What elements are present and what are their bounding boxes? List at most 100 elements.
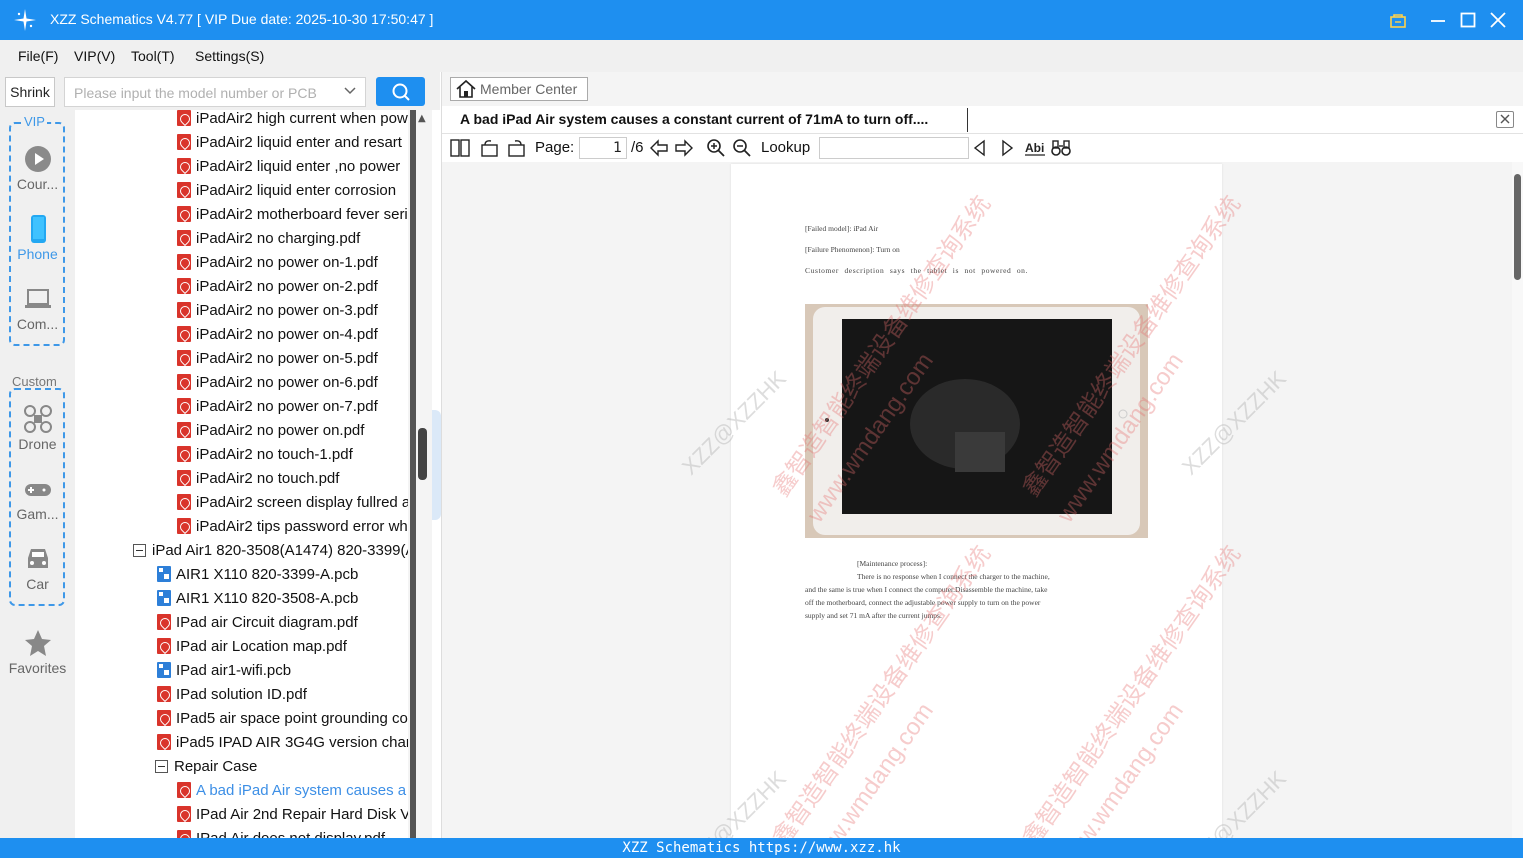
zoom-out-icon[interactable] — [732, 138, 752, 158]
pdf-file-icon — [177, 806, 191, 822]
gamepad-icon — [24, 484, 51, 496]
tree-file[interactable]: iPadAir2 no power on-4.pdf — [177, 322, 378, 346]
maximize-button[interactable] — [1456, 8, 1480, 32]
menu-tool[interactable]: Tool(T) — [131, 48, 175, 64]
tree-item-label: iPadAir2 liquid enter and resart — [196, 133, 402, 151]
pcb-file-icon — [157, 566, 171, 582]
document-tab[interactable]: A bad iPad Air system causes a constant … — [442, 106, 1523, 134]
category-phone[interactable]: Phone — [0, 214, 75, 262]
shrink-button[interactable]: Shrink — [5, 77, 55, 107]
match-case-icon[interactable]: Abi — [1024, 138, 1046, 158]
tree-scrollbar[interactable]: ▲ — [408, 110, 432, 838]
member-center-button[interactable]: Member Center — [450, 77, 588, 101]
tree-item-label: IPad air1-wifi.pcb — [176, 661, 292, 679]
tree-file[interactable]: iPadAir2 no touch.pdf — [177, 466, 339, 490]
pdf-file-icon — [157, 638, 171, 654]
tree-file[interactable]: IPad air Circuit diagram.pdf — [157, 610, 358, 634]
tree-file[interactable]: iPadAir2 no charging.pdf — [177, 226, 360, 250]
category-computer[interactable]: Com... — [0, 284, 75, 332]
tree-file[interactable]: iPadAir2 screen display fullred and — [177, 490, 408, 514]
tree-file[interactable]: IPad solution ID.pdf — [157, 682, 307, 706]
tree-file[interactable]: IPad air Location map.pdf — [157, 634, 347, 658]
tree-folder[interactable]: Repair Case — [155, 754, 257, 778]
tree-file[interactable]: iPadAir2 no touch-1.pdf — [177, 442, 353, 466]
lookup-input[interactable] — [819, 137, 969, 159]
menu-vip[interactable]: VIP(V) — [74, 48, 115, 64]
pcb-file-icon — [157, 662, 171, 678]
zoom-in-icon[interactable] — [706, 138, 726, 158]
category-label: Favorites — [8, 660, 67, 676]
tree-file[interactable]: IPad air1-wifi.pcb — [157, 658, 291, 682]
play-icon — [24, 146, 51, 172]
find-next-icon[interactable] — [999, 138, 1015, 158]
star-icon — [24, 630, 51, 656]
tree-item-label: iPad5 IPAD AIR 3G4G version change — [176, 733, 408, 751]
find-previous-icon[interactable] — [972, 138, 988, 158]
pdf-file-icon — [177, 302, 191, 318]
category-car[interactable]: Car — [0, 544, 75, 592]
tree-file[interactable]: IPad5 air space point grounding conditio… — [157, 706, 408, 730]
pdf-file-icon — [177, 782, 191, 798]
search-input[interactable]: Please input the model number or PCB — [64, 77, 366, 107]
collapse-icon[interactable] — [133, 543, 146, 557]
binoculars-icon[interactable] — [1050, 138, 1072, 158]
document-area[interactable]: [Failed model]: iPad Air [Failure Phenom… — [442, 162, 1523, 838]
tree-file[interactable]: iPadAir2 no power on-7.pdf — [177, 394, 378, 418]
two-page-icon[interactable] — [450, 138, 470, 158]
menu-settings[interactable]: Settings(S) — [195, 48, 264, 64]
tree-scroll-track — [410, 110, 416, 838]
search-button[interactable] — [376, 77, 425, 106]
tree-file[interactable]: AIR1 X110 820-3399-A.pcb — [157, 562, 358, 586]
tree-file[interactable]: iPadAir2 tips password error when — [177, 514, 408, 538]
document-scrollbar[interactable] — [1512, 162, 1523, 838]
panel-splitter[interactable] — [432, 410, 441, 520]
category-label: Drone — [18, 436, 57, 452]
tree-file[interactable]: iPadAir2 liquid enter corrosion — [177, 178, 396, 202]
minimize-button[interactable] — [1426, 8, 1450, 32]
close-button[interactable] — [1486, 8, 1510, 32]
previous-page-icon[interactable] — [649, 138, 669, 158]
pdf-file-icon — [157, 686, 171, 702]
menu-file[interactable]: File(F) — [18, 48, 58, 64]
scroll-up-icon[interactable]: ▲ — [418, 113, 426, 124]
tree-folder[interactable]: iPad Air1 820-3508(A1474) 820-3399(A1475… — [133, 538, 408, 562]
maintenance-line: and the same is true when I connect the … — [805, 585, 1048, 594]
tree-file[interactable]: iPad5 IPAD AIR 3G4G version change — [157, 730, 408, 754]
tree-item-label: iPadAir2 liquid enter ,no power — [196, 157, 401, 175]
tree-file[interactable]: iPadAir2 liquid enter and resart — [177, 130, 402, 154]
rotate-right-icon[interactable] — [506, 138, 526, 158]
tree-file[interactable]: iPadAir2 motherboard fever serious — [177, 202, 408, 226]
tree-file[interactable]: AIR1 X110 820-3508-A.pcb — [157, 586, 358, 610]
chevron-down-icon[interactable] — [343, 84, 357, 98]
vip-group-title: VIP — [22, 114, 47, 129]
tree-file[interactable]: iPadAir2 high current when power — [177, 110, 408, 130]
tree-file[interactable]: iPadAir2 no power on-2.pdf — [177, 274, 378, 298]
maintenance-title: [Maintenance process]: — [857, 559, 928, 568]
tree-item-label: IPad air Location map.pdf — [176, 637, 347, 655]
tree-file[interactable]: IPad Air does not display.pdf — [177, 826, 385, 838]
tree-file[interactable]: iPadAir2 no power on.pdf — [177, 418, 364, 442]
category-drone[interactable]: Drone — [0, 404, 75, 452]
document-scroll-thumb[interactable] — [1514, 174, 1521, 280]
rotate-left-icon[interactable] — [480, 138, 500, 158]
category-courses[interactable]: Cour... — [0, 144, 75, 192]
tree-file[interactable]: iPadAir2 no power on-3.pdf — [177, 298, 378, 322]
tree-item-label: iPadAir2 screen display fullred and — [196, 493, 408, 511]
svg-text:Abi: Abi — [1025, 141, 1044, 155]
tree-file[interactable]: iPadAir2 no power on-1.pdf — [177, 250, 378, 274]
category-favorites[interactable]: Favorites — [0, 628, 75, 676]
pdf-file-icon — [157, 734, 171, 750]
tree-scroll-thumb[interactable] — [418, 428, 427, 480]
tree-file[interactable]: A bad iPad Air system causes a constant — [177, 778, 408, 802]
page-number-input[interactable]: 1 — [579, 137, 627, 159]
pdf-file-icon — [177, 182, 191, 198]
category-game[interactable]: Gam... — [0, 476, 75, 522]
next-page-icon[interactable] — [674, 138, 694, 158]
tree-file[interactable]: iPadAir2 no power on-6.pdf — [177, 370, 378, 394]
close-tab-icon[interactable] — [1496, 111, 1514, 128]
tree-file[interactable]: iPadAir2 liquid enter ,no power — [177, 154, 400, 178]
tree-file[interactable]: IPad Air 2nd Repair Hard Disk Version — [177, 802, 408, 826]
lock-icon[interactable] — [1386, 8, 1410, 32]
tree-file[interactable]: iPadAir2 no power on-5.pdf — [177, 346, 378, 370]
collapse-icon[interactable] — [155, 759, 168, 773]
